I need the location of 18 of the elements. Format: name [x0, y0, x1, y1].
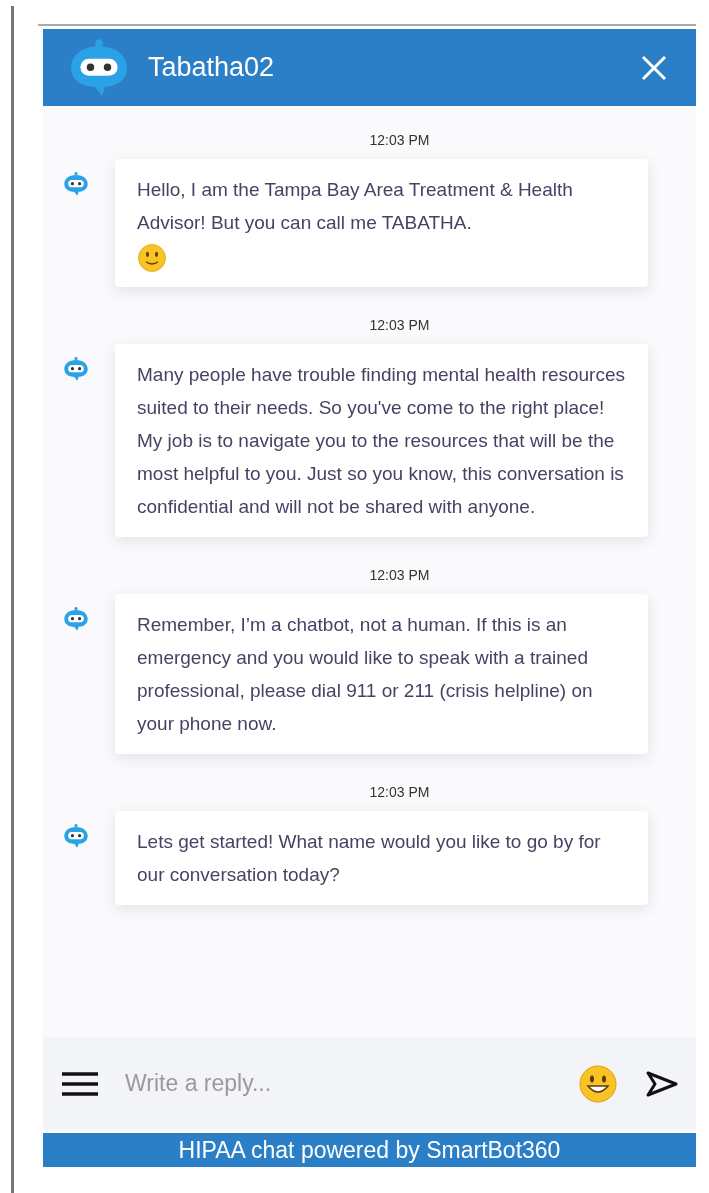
- composer-bar[interactable]: Write a reply...: [43, 1037, 696, 1130]
- bot-avatar-icon: [63, 606, 89, 632]
- message-timestamp: 12:03 PM: [369, 316, 430, 335]
- emoji-button[interactable]: [578, 1063, 618, 1104]
- message-bubble: Remember, I’m a chatbot, not a human. If this is an emergency and you would like to speak with a trained professional, please dial 911 or 211 (crisis helpline) on your phone now.: [115, 594, 648, 754]
- smiley-icon: [137, 243, 167, 273]
- powered-by-text: HIPAA chat powered by SmartBot360: [178, 1135, 561, 1165]
- message-bubble: Hello, I am the Tampa Bay Area Treatment & Health Advisor! But you can call me TABATHA.: [115, 159, 648, 287]
- bot-avatar-icon: [63, 356, 89, 382]
- bot-avatar-icon: [63, 171, 89, 197]
- chat-title: Tabatha02: [148, 51, 276, 85]
- message-bubble: Lets get started! What name would you like to go by for our conversation today?: [115, 811, 648, 905]
- message-timestamp: 12:03 PM: [369, 783, 430, 802]
- message-bubble: Many people have trouble finding mental health resources suited to their needs. So you've come to the right place! My job is to navigate you to the resources that will be the most helpful to you. Just so you know, this conversation is confidential and will not be shared with anyone.: [115, 344, 648, 537]
- bot-avatar-icon: [63, 823, 89, 849]
- message-timestamp: 12:03 PM: [369, 131, 430, 150]
- message-timestamp: 12:03 PM: [369, 566, 430, 585]
- reply-field[interactable]: Write a reply...: [125, 1066, 578, 1101]
